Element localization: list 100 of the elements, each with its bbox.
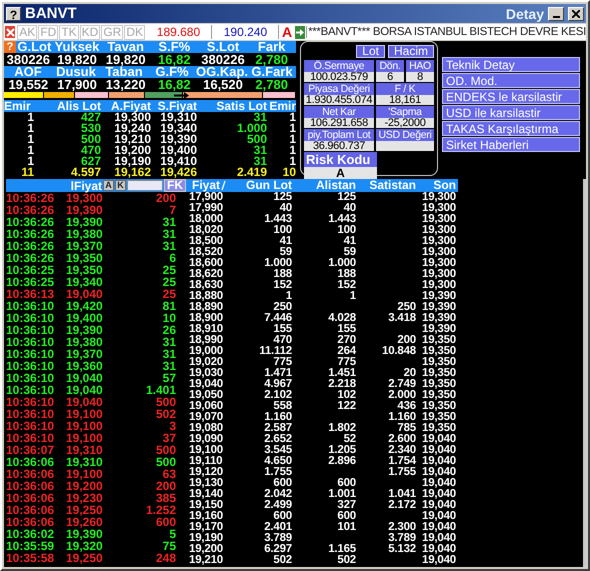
table-cell-text: 19,040 xyxy=(421,544,456,555)
column-header[interactable]: Fiyat xyxy=(189,179,220,192)
table-cell-text: 470 xyxy=(272,335,292,346)
depth-cell-text: 470 xyxy=(80,145,101,156)
column-header: Alis Lot xyxy=(56,100,101,112)
trade-price: 19,380 xyxy=(66,228,104,240)
trade-lot: 57 xyxy=(162,372,176,384)
toggle-button[interactable]: Lot xyxy=(356,45,385,58)
window-title: BANVT xyxy=(25,5,77,22)
trade-price: 19,390 xyxy=(66,528,104,540)
table-cell-text: 19,130 xyxy=(188,478,224,489)
field-value: -25,2000 xyxy=(376,118,434,128)
table-cell-text: 17,990 xyxy=(188,203,224,214)
close-button[interactable] xyxy=(568,6,584,20)
table-cell-text: 18,600 xyxy=(188,258,224,269)
table-cell-text: 52 xyxy=(342,434,356,445)
table-cell-text: 19,300 xyxy=(421,192,456,203)
table-cell-text: 250 xyxy=(396,302,416,313)
column-header: A.Fiyat xyxy=(110,100,151,112)
help-icon[interactable]: ? xyxy=(6,6,21,20)
help-icon[interactable]: ? xyxy=(4,41,16,53)
filter-input[interactable] xyxy=(127,180,163,191)
trade-lot: 500 xyxy=(154,396,176,408)
trade-price: 19,310 xyxy=(66,456,104,468)
table-cell-text: 436 xyxy=(396,401,416,412)
table-cell-text: 125 xyxy=(336,192,356,203)
table-cell-text: 19,150 xyxy=(188,500,224,511)
table-cell-text: 19,040 xyxy=(421,467,456,478)
sort-icon xyxy=(221,180,226,191)
table-cell-text: 19,350 xyxy=(421,401,456,412)
minimize-icon xyxy=(552,16,560,18)
trade-time: 10:35:59 xyxy=(6,540,56,552)
menu-button[interactable]: Teknik Detay xyxy=(442,57,580,72)
column-header: lFiyat xyxy=(70,178,102,192)
table-cell-text: 19,350 xyxy=(421,423,456,434)
trade-time: 10:36:25 xyxy=(6,264,56,276)
table-cell-text: 188 xyxy=(272,269,292,280)
table-cell-text: 4.967 xyxy=(263,379,292,390)
trade-price: 19,300 xyxy=(66,192,104,204)
column-header: Alistan xyxy=(314,179,356,192)
table-cell-text: 775 xyxy=(336,357,356,368)
table-cell-text: 600 xyxy=(336,478,356,489)
trade-lot: 200 xyxy=(154,480,176,492)
field-value: 6 xyxy=(376,72,404,82)
table-cell-text: 3.789 xyxy=(387,533,416,544)
table-cell-text: 19,350 xyxy=(421,357,456,368)
table-cell-text: 250 xyxy=(272,302,292,313)
filter-button[interactable]: A xyxy=(103,180,114,191)
table-cell-text: 1.000 xyxy=(327,258,356,269)
arrow-icon[interactable] xyxy=(295,26,306,38)
menu-button[interactable]: USD ile karsilastir xyxy=(442,105,580,120)
trade-time: 10:36:06 xyxy=(6,492,56,504)
depth-cell-text: 1 xyxy=(288,134,296,145)
trade-price: 19,040 xyxy=(66,288,104,300)
stat-label: Dusuk xyxy=(55,66,96,78)
table-cell-text: 100 xyxy=(336,225,356,236)
trade-time: 10:36:26 xyxy=(6,228,56,240)
depth-cell-text: 31 xyxy=(254,145,267,156)
field-value: 100.023.579 xyxy=(304,72,374,82)
field-label: Dön. xyxy=(376,60,404,72)
total-cell-text: 11 xyxy=(20,167,34,178)
table-cell-text: 2.172 xyxy=(387,500,416,511)
trade-price: 19,040 xyxy=(66,372,104,384)
filter-button[interactable]: K xyxy=(115,180,126,191)
table-cell-text: 18,910 xyxy=(188,324,224,335)
stat-value: 19,820 xyxy=(104,53,147,66)
trade-time: 10:36:10 xyxy=(6,324,56,336)
close-icon[interactable] xyxy=(4,25,16,39)
stat-value: 13,220 xyxy=(104,78,147,91)
trade-time: 10:36:06 xyxy=(6,516,56,528)
stat-label: Taban xyxy=(104,66,143,78)
depth-cell-text: 1 xyxy=(289,156,296,167)
table-cell-text: 17,900 xyxy=(188,192,224,203)
field-value xyxy=(376,141,434,151)
menu-button[interactable]: Sirket Haberleri xyxy=(442,137,580,152)
trade-price: 19,320 xyxy=(66,540,104,552)
trade-price: 19,350 xyxy=(66,264,104,276)
field-label: Ö.Sermaye xyxy=(304,60,374,72)
stat-value: 16,82 xyxy=(158,53,192,66)
toggle-button[interactable]: Hacim xyxy=(388,45,434,58)
trade-time: 10:36:10 xyxy=(6,336,56,348)
field-value: 106.291.658 xyxy=(304,118,374,128)
table-cell-text: 19,350 xyxy=(421,379,456,390)
table-cell-text: 20 xyxy=(402,368,416,379)
menu-button[interactable]: ENDEKS le karsilastir xyxy=(442,89,580,104)
trade-price: 19,260 xyxy=(66,516,104,528)
window-subtitle: Detay xyxy=(506,6,544,22)
table-cell-text: 1.443 xyxy=(327,214,356,225)
trade-lot: 6 xyxy=(168,252,176,264)
minimize-button[interactable] xyxy=(548,6,564,20)
table-cell-text: 19,350 xyxy=(421,335,456,346)
depth-cell-text: 19,210 xyxy=(113,134,151,145)
menu-button[interactable]: OD. Mod. xyxy=(442,73,580,88)
total-cell-text: 19,426 xyxy=(159,167,197,178)
depth-cell-text: 1 xyxy=(27,156,34,167)
filter-button[interactable]: FK xyxy=(164,179,186,192)
table-cell-text: 19,390 xyxy=(421,291,456,302)
table-cell-text: 19,040 xyxy=(421,555,456,566)
menu-button[interactable]: TAKAS Karşılaştırma xyxy=(442,121,580,136)
table-cell-text: 200 xyxy=(396,335,416,346)
